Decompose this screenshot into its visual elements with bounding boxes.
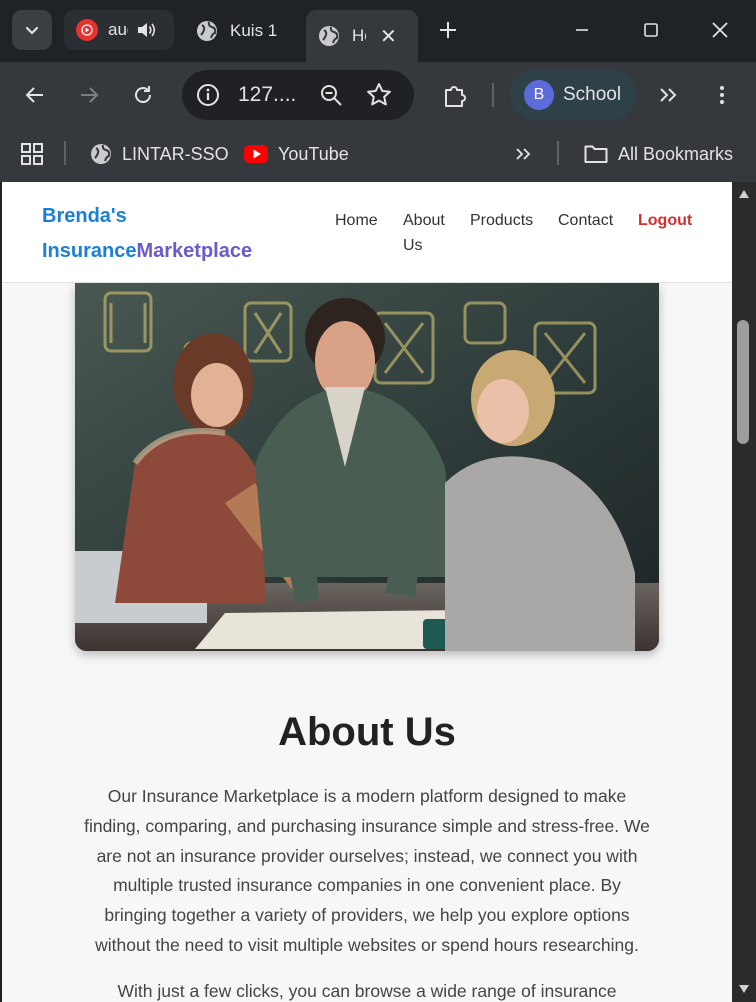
youtube-music-icon: [76, 19, 98, 41]
zoom-out-icon[interactable]: [319, 83, 343, 107]
tab-search-button[interactable]: [12, 10, 52, 50]
scroll-up-arrow[interactable]: [737, 187, 751, 201]
minimize-icon: [576, 29, 588, 31]
new-tab-button[interactable]: [436, 16, 460, 44]
nav-contact[interactable]: Contact: [558, 208, 613, 233]
more-bookmarks-button[interactable]: [514, 139, 532, 169]
globe-icon: [319, 26, 339, 46]
apps-button[interactable]: [20, 139, 44, 169]
address-bar[interactable]: 127....: [182, 70, 414, 120]
nav-home[interactable]: Home: [335, 208, 378, 233]
scrollbar-thumb[interactable]: [737, 320, 749, 444]
close-icon: [712, 22, 728, 38]
maximize-button[interactable]: [639, 18, 663, 42]
forward-button[interactable]: [75, 81, 103, 109]
browser-menu-button[interactable]: [708, 81, 736, 109]
globe-icon: [91, 144, 111, 164]
triangle-up-icon: [739, 190, 749, 198]
tab-audio[interactable]: audio: [64, 10, 174, 50]
chevron-down-icon: [25, 26, 39, 35]
bookmarks-divider: [557, 141, 559, 165]
triangle-down-icon: [739, 985, 749, 993]
nav-about-line2: Us: [403, 237, 423, 254]
close-tab-icon[interactable]: ✕: [380, 24, 397, 49]
brand-line1: Brenda's: [42, 205, 127, 227]
brand-insurance: Insurance: [42, 240, 137, 262]
page-scrollbar[interactable]: [732, 182, 756, 1002]
globe-icon: [197, 21, 217, 41]
tab-label: audio: [108, 20, 128, 39]
profile-name: School: [563, 84, 622, 105]
page-viewport: Brenda's InsuranceMarketplace Home About…: [2, 182, 732, 1002]
toolbar-divider: [492, 83, 494, 107]
reload-button[interactable]: [129, 81, 157, 109]
speaker-icon: [138, 23, 156, 37]
bookmark-label: LINTAR-SSO: [122, 143, 229, 164]
tab-kuis[interactable]: Kuis 1: [186, 10, 298, 52]
scroll-down-arrow[interactable]: [737, 982, 751, 996]
overflow-extensions-button[interactable]: [654, 81, 682, 109]
hero-image: [75, 283, 659, 651]
bookmarks-bar: LINTAR-SSO YouTube All Bookmarks: [0, 128, 756, 182]
apps-grid-icon: [21, 143, 43, 165]
folder-icon: [584, 145, 608, 163]
arrow-right-icon: [81, 87, 99, 103]
bookmark-star-icon[interactable]: [366, 82, 392, 108]
maximize-icon: [644, 23, 658, 37]
double-chevron-right-icon: [516, 148, 531, 160]
double-chevron-right-icon: [660, 88, 677, 102]
avatar: B: [524, 80, 554, 110]
about-paragraph-1: Our Insurance Marketplace is a modern pl…: [84, 786, 650, 955]
nav-about[interactable]: About Us: [403, 208, 445, 258]
minimize-button[interactable]: [570, 18, 594, 42]
bookmark-lintar-sso[interactable]: LINTAR-SSO: [90, 139, 229, 169]
brand-line2: InsuranceMarketplace: [42, 234, 252, 269]
address-text[interactable]: 127....: [238, 83, 296, 107]
profile-button[interactable]: B School: [510, 70, 636, 120]
site-header: Brenda's InsuranceMarketplace Home About…: [2, 182, 732, 283]
brand-marketplace: Marketplace: [136, 240, 253, 262]
about-paragraph-2: With just a few clicks, you can browse a…: [117, 981, 617, 1001]
close-window-button[interactable]: [708, 18, 732, 42]
team-photo-illustration: [75, 283, 659, 651]
bookmarks-divider: [64, 141, 66, 165]
plus-icon: [440, 22, 456, 38]
nav-products[interactable]: Products: [470, 208, 533, 233]
tab-home-active[interactable]: Home ✕: [306, 10, 418, 62]
all-bookmarks-button[interactable]: All Bookmarks: [584, 139, 733, 169]
bookmark-label: All Bookmarks: [618, 143, 734, 164]
tab-label: Kuis 1: [230, 21, 278, 40]
logout-link[interactable]: Logout: [638, 208, 692, 233]
back-button[interactable]: [21, 81, 49, 109]
browser-toolbar: 127.... B School: [0, 62, 756, 128]
bookmark-youtube[interactable]: YouTube: [244, 139, 349, 169]
youtube-icon: [244, 145, 268, 163]
nav-about-line1: About: [403, 212, 445, 229]
tab-strip: audio Kuis 1 Home ✕: [0, 0, 756, 62]
site-info-icon[interactable]: [196, 83, 220, 107]
more-vertical-icon: [720, 86, 724, 104]
extensions-button[interactable]: [441, 81, 469, 109]
bookmark-label: YouTube: [278, 143, 349, 164]
tab-label: Home: [352, 26, 366, 45]
arrow-left-icon: [25, 87, 43, 103]
puzzle-icon: [445, 86, 466, 107]
brand-logo[interactable]: Brenda's InsuranceMarketplace: [42, 199, 252, 269]
reload-icon: [135, 86, 151, 103]
about-title: About Us: [278, 710, 456, 754]
